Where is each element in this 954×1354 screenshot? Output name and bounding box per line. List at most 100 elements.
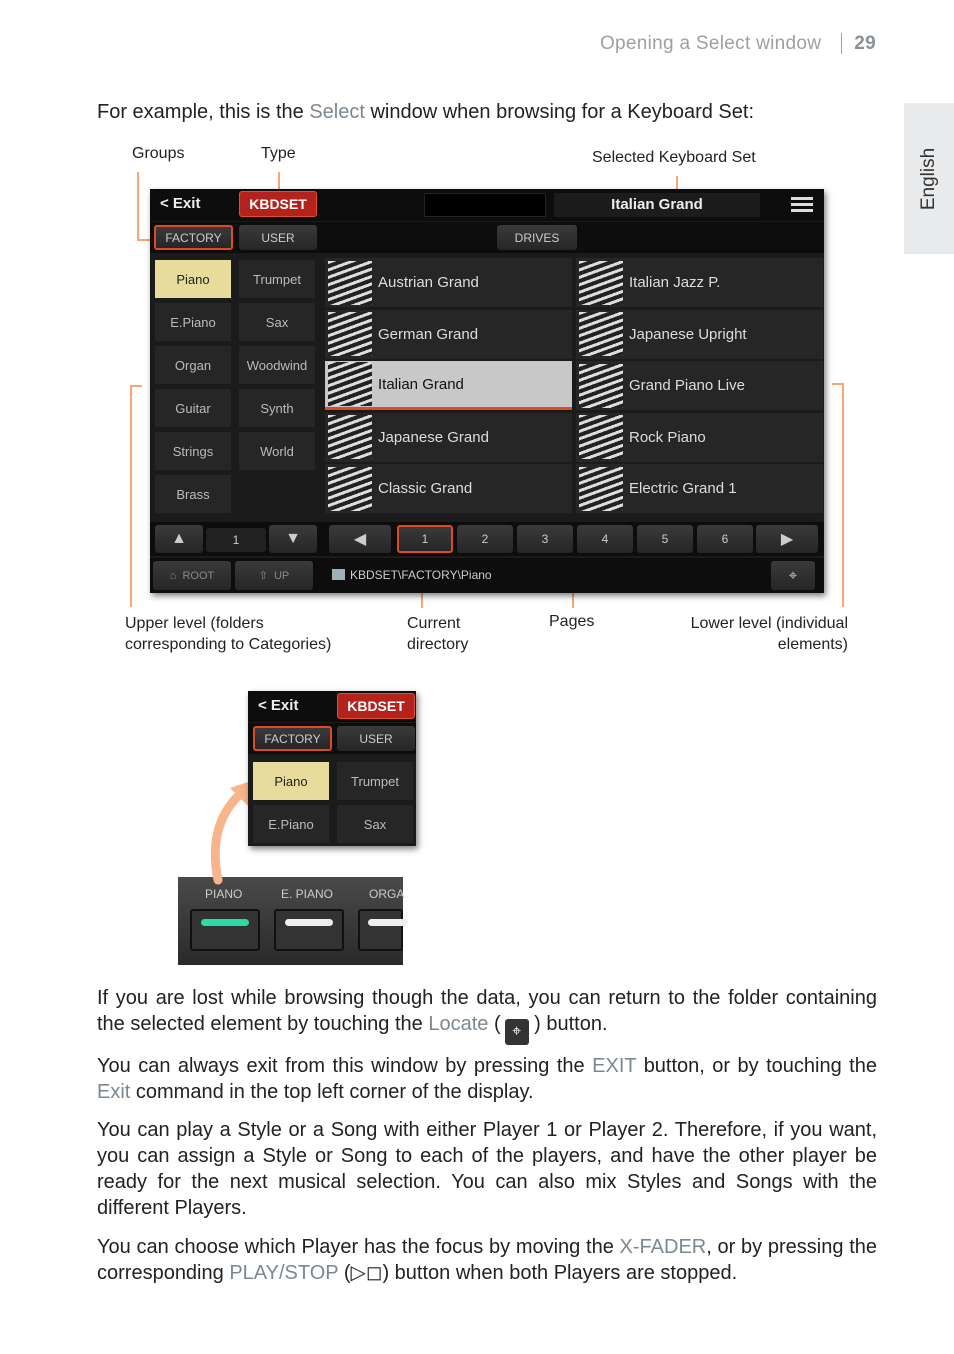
prev-page-icon[interactable]: ◀ bbox=[329, 525, 391, 553]
paragraph: If you are lost while browsing though th… bbox=[97, 985, 877, 1045]
item-label: Italian Grand bbox=[378, 375, 464, 393]
thumbnail-image bbox=[579, 466, 623, 511]
group-strings[interactable]: Strings bbox=[155, 432, 231, 470]
group-guitar[interactable]: Guitar bbox=[155, 389, 231, 427]
thumbnail-image bbox=[328, 260, 372, 305]
group-sax[interactable]: Sax bbox=[337, 805, 413, 843]
up-folder-icon: ⇧ bbox=[258, 570, 268, 582]
paragraph: You can play a Style or a Song with eith… bbox=[97, 1119, 877, 1219]
item-label: Italian Jazz P. bbox=[629, 274, 721, 291]
group-piano[interactable]: Piano bbox=[155, 260, 231, 298]
item-electric-grand-1[interactable]: Electric Grand 1 bbox=[576, 464, 823, 513]
tab-factory[interactable]: FACTORY bbox=[154, 225, 233, 250]
selected-name: Italian Grand bbox=[554, 193, 760, 217]
item-label: Grand Piano Live bbox=[629, 377, 745, 394]
page-5[interactable]: 5 bbox=[637, 525, 693, 553]
group-world[interactable]: World bbox=[239, 432, 315, 470]
next-page-icon[interactable]: ▶ bbox=[756, 525, 818, 553]
tab-user[interactable]: USER bbox=[337, 726, 415, 751]
section-title: Opening a Select window bbox=[599, 33, 822, 54]
callout-type: Type bbox=[261, 145, 296, 162]
menu-icon[interactable] bbox=[791, 197, 813, 213]
exit-button[interactable]: < Exit bbox=[160, 195, 200, 212]
callout-pages: Pages bbox=[549, 613, 595, 630]
group-trumpet[interactable]: Trumpet bbox=[337, 762, 413, 800]
home-folder-icon: ⌂ bbox=[169, 569, 177, 582]
item-japanese-grand[interactable]: Japanese Grand bbox=[325, 412, 572, 462]
epiano-panel-button[interactable] bbox=[274, 909, 344, 951]
item-label: Austrian Grand bbox=[378, 274, 479, 291]
callout-upper: Upper level (folders corresponding to Ca… bbox=[125, 615, 332, 653]
search-field[interactable] bbox=[424, 193, 546, 217]
thumbnail-image bbox=[328, 312, 372, 356]
group-organ[interactable]: Organ bbox=[155, 346, 231, 384]
root-button[interactable]: ⌂ ROOT bbox=[153, 561, 231, 590]
page-2[interactable]: 2 bbox=[457, 525, 513, 553]
tab-factory[interactable]: FACTORY bbox=[253, 726, 332, 751]
item-grand-piano-live[interactable]: Grand Piano Live bbox=[576, 361, 823, 410]
thumbnail-image bbox=[579, 312, 623, 356]
page-1[interactable]: 1 bbox=[397, 525, 453, 553]
thumbnail-image bbox=[579, 363, 623, 408]
inset-window: < Exit KBDSET FACTORY USER Piano Trumpet… bbox=[248, 691, 416, 846]
item-classic-grand[interactable]: Classic Grand bbox=[325, 464, 572, 513]
type-button[interactable]: KBDSET bbox=[239, 191, 317, 217]
up-button[interactable]: ⇧ UP bbox=[235, 561, 313, 590]
callout-lower: Lower level (individual elements) bbox=[690, 615, 848, 653]
group-piano[interactable]: Piano bbox=[253, 762, 329, 800]
item-label: Japanese Grand bbox=[378, 428, 489, 446]
exit-button[interactable]: < Exit bbox=[258, 697, 298, 714]
paragraph: You can always exit from this window by … bbox=[97, 1055, 877, 1103]
item-rock-piano[interactable]: Rock Piano bbox=[576, 412, 823, 462]
page-header: Opening a Select window 29 bbox=[600, 33, 876, 55]
locate-icon[interactable]: ⌖ bbox=[771, 561, 815, 590]
page-number: 29 bbox=[854, 33, 876, 54]
group-trumpet[interactable]: Trumpet bbox=[239, 260, 315, 298]
group-brass[interactable]: Brass bbox=[155, 475, 231, 513]
group-down-arrow-icon[interactable]: ▼ bbox=[269, 525, 317, 553]
item-austrian-grand[interactable]: Austrian Grand bbox=[325, 258, 572, 307]
page-4[interactable]: 4 bbox=[577, 525, 633, 553]
item-label: Classic Grand bbox=[378, 480, 473, 497]
panel-label: ORGA bbox=[369, 887, 405, 901]
group-woodwind[interactable]: Woodwind bbox=[239, 346, 315, 384]
organ-panel-button[interactable] bbox=[358, 909, 408, 951]
thumbnail-image bbox=[328, 362, 372, 406]
thumbnail-image bbox=[579, 260, 623, 305]
panel-label: E. PIANO bbox=[281, 887, 334, 901]
item-japanese-upright[interactable]: Japanese Upright bbox=[576, 309, 823, 359]
panel-label: PIANO bbox=[205, 887, 243, 901]
type-button[interactable]: KBDSET bbox=[337, 693, 415, 719]
group-synth[interactable]: Synth bbox=[239, 389, 315, 427]
thumbnail-image bbox=[328, 466, 372, 511]
item-italian-jazz-p-[interactable]: Italian Jazz P. bbox=[576, 258, 823, 307]
callout-selected: Selected Keyboard Set bbox=[592, 149, 756, 166]
group-page: 1 bbox=[206, 528, 266, 552]
item-label: Electric Grand 1 bbox=[629, 480, 737, 497]
language-label: English bbox=[918, 147, 939, 210]
item-italian-grand[interactable]: Italian Grand bbox=[325, 361, 572, 410]
item-label: Rock Piano bbox=[629, 428, 706, 446]
tab-user[interactable]: USER bbox=[239, 225, 317, 250]
thumbnail-image bbox=[328, 415, 372, 459]
callout-current: Current directory bbox=[407, 615, 469, 653]
language-tab: English bbox=[904, 103, 954, 254]
page-6[interactable]: 6 bbox=[697, 525, 753, 553]
group-sax[interactable]: Sax bbox=[239, 303, 315, 341]
panel-photo: PIANO E. PIANO ORGA bbox=[178, 877, 408, 965]
piano-panel-button[interactable] bbox=[190, 909, 260, 951]
item-german-grand[interactable]: German Grand bbox=[325, 309, 572, 359]
paragraph: You can choose which Player has the focu… bbox=[97, 1236, 877, 1284]
tab-drives[interactable]: DRIVES bbox=[497, 225, 577, 250]
group-e-piano[interactable]: E.Piano bbox=[155, 303, 231, 341]
locate-icon: ⌖ bbox=[504, 1019, 529, 1045]
item-label: German Grand bbox=[378, 325, 479, 343]
current-path: KBDSET\FACTORY\Piano bbox=[350, 568, 492, 582]
thumbnail-image bbox=[579, 415, 623, 459]
callout-groups: Groups bbox=[132, 145, 185, 162]
group-up-arrow-icon[interactable]: ▲ bbox=[155, 525, 203, 553]
intro-text: For example, this is the Select window w… bbox=[97, 101, 755, 123]
group-epiano[interactable]: E.Piano bbox=[253, 805, 329, 843]
select-window: < Exit KBDSET Italian Grand FACTORY USER… bbox=[150, 189, 824, 593]
page-3[interactable]: 3 bbox=[517, 525, 573, 553]
